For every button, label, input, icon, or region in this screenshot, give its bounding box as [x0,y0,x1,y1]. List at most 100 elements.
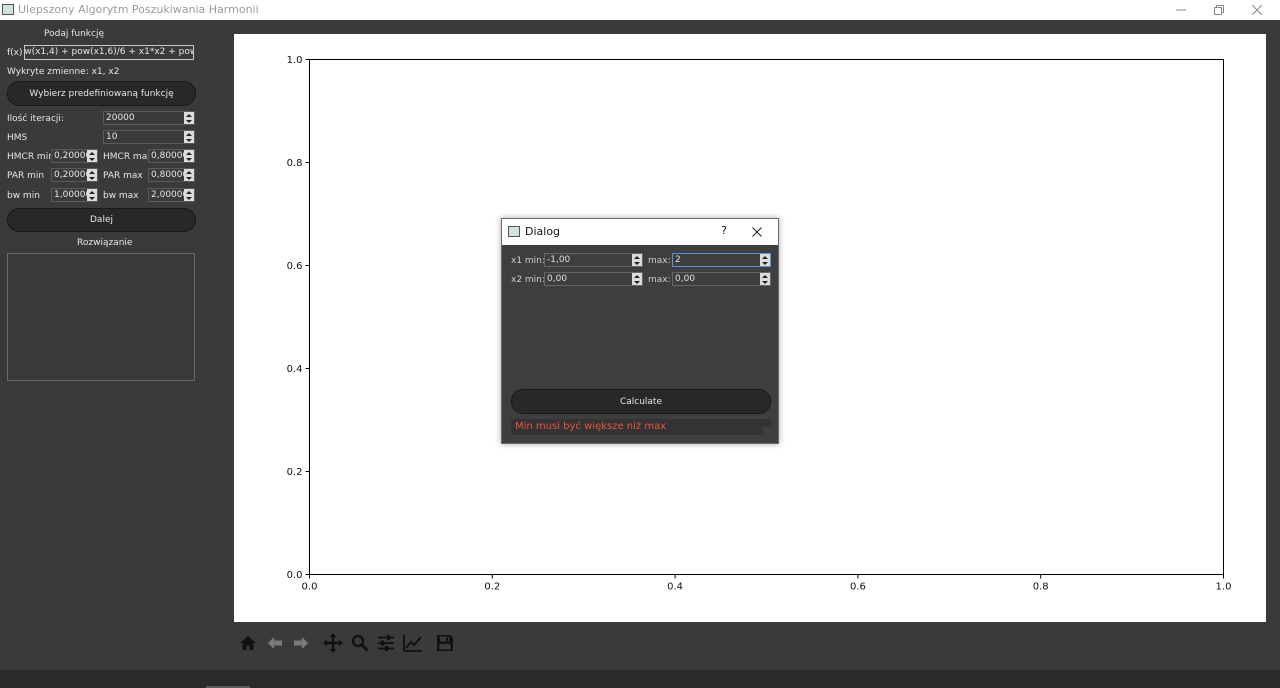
edit-axis-icon [403,635,422,652]
hmcr-min-value: 0,200000 [54,151,88,161]
save-icon [437,635,453,651]
hmcr-min-spinbox[interactable]: 0,200000 [51,149,98,163]
zoom-icon [351,634,369,652]
par-min-spin-arrows[interactable] [87,169,97,181]
x-tick-label: 0.2 [484,582,500,593]
configure-subplots-button[interactable] [375,632,397,654]
hmcr-max-label: HMCR max [103,152,153,162]
hmcr-max-spin-arrows[interactable] [184,150,194,162]
x2-min-spin-arrows[interactable] [632,273,642,285]
hmcr-min-spin-arrows[interactable] [87,150,97,162]
dialog-app-icon [508,226,520,237]
dialog-close-button[interactable] [750,225,764,239]
hmcr-max-spinbox[interactable]: 0,800000 [148,149,195,163]
pan-button[interactable] [322,632,344,654]
iterations-spinbox[interactable]: 20000 [103,111,195,125]
bw-max-spin-arrows[interactable] [184,189,194,201]
par-min-label: PAR min [7,171,45,181]
solution-heading: Rozwiązanie [77,238,133,248]
forward-arrow-icon [294,637,308,649]
par-min-value: 0,200000 [54,170,88,180]
x1-max-spin-arrows[interactable] [760,254,770,266]
predefined-function-button[interactable]: Wybierz predefiniowaną funkcję [7,81,196,106]
x2-max-value: 0,00 [675,274,696,284]
par-max-value: 0,800000 [151,170,185,180]
solution-textbox[interactable] [7,253,195,381]
function-heading: Podaj funkcję [44,29,104,39]
y-tick-label: 0.0 [287,570,303,581]
back-arrow-icon [268,637,282,649]
x2-min-value: 0,00 [547,274,568,284]
status-bar [0,670,1280,688]
range-dialog: Dialog ? x1 min: -1,00 max: 2 x2 min: 0,… [501,218,779,444]
x-tick-label: 0.4 [667,582,683,593]
bw-max-value: 2,000000 [151,190,185,200]
save-figure-button[interactable] [434,632,456,654]
error-message-bar: Min musi być większe niż max [511,419,771,435]
minimize-icon [1176,9,1186,11]
edit-axis-button[interactable] [402,632,424,654]
hmcr-max-value: 0,800000 [151,151,185,161]
x1-min-label: x1 min: [511,256,545,266]
x1-min-spin-arrows[interactable] [632,254,642,266]
par-max-label: PAR max [103,171,143,181]
y-tick-label: 0.6 [287,261,303,272]
minimize-button[interactable] [1162,0,1200,20]
hmcr-min-label: HMCR min [7,152,54,162]
x-tick-label: 0.0 [302,582,318,593]
function-input-text: pow(x1,4) + pow(x1,6)/6 + x1*x2 + pow(x2… [24,47,193,57]
y-tick-label: 0.8 [287,158,303,169]
x1-max-label: max: [648,256,671,266]
configure-subplots-icon [378,635,394,651]
next-button[interactable]: Dalej [7,208,196,232]
par-min-spinbox[interactable]: 0,200000 [51,168,98,182]
x2-max-spin-arrows[interactable] [760,273,770,285]
home-button[interactable] [237,632,259,654]
detected-variables: Wykryte zmienne: x1, x2 [7,67,120,77]
zoom-button[interactable] [349,632,371,654]
calculate-button[interactable]: Calculate [511,389,771,414]
window-title: Ulepszony Algorytm Poszukiwania Harmonii [18,3,259,16]
error-message: Min musi być większe niż max [515,421,667,432]
bw-min-label: bw min [7,191,40,201]
x2-min-label: x2 min: [511,275,545,285]
bw-min-value: 1,000000 [54,190,88,200]
window-titlebar: Ulepszony Algorytm Poszukiwania Harmonii [0,0,1280,20]
hms-label: HMS [7,133,28,143]
iterations-label: Ilość iteracji: [7,114,64,124]
par-max-spinbox[interactable]: 0,800000 [148,168,195,182]
x1-max-spinbox[interactable]: 2 [672,253,771,267]
hms-value: 10 [106,132,118,142]
hms-spinbox[interactable]: 10 [103,130,195,144]
close-window-button[interactable] [1238,0,1276,20]
restore-icon [1214,5,1224,15]
app-icon [2,4,14,15]
x-tick-label: 0.8 [1033,582,1049,593]
x2-min-spinbox[interactable]: 0,00 [544,272,643,286]
fx-label: f(x) [7,48,23,58]
size-grip[interactable] [763,427,771,435]
back-button[interactable] [264,632,286,654]
dialog-titlebar: Dialog ? [502,219,778,245]
bw-max-spinbox[interactable]: 2,000000 [148,188,195,202]
x1-min-value: -1,00 [547,255,571,265]
bw-min-spinbox[interactable]: 1,000000 [51,188,98,202]
function-input[interactable]: pow(x1,4) + pow(x1,6)/6 + x1*x2 + pow(x2… [24,45,194,60]
bw-max-label: bw max [103,191,139,201]
forward-button[interactable] [290,632,312,654]
x1-min-spinbox[interactable]: -1,00 [544,253,643,267]
y-tick-label: 1.0 [287,55,303,66]
close-icon [752,227,762,237]
pan-icon [323,633,343,653]
dialog-help-button[interactable]: ? [717,224,731,240]
x-tick-label: 0.6 [850,582,866,593]
home-icon [240,636,256,650]
par-max-spin-arrows[interactable] [184,169,194,181]
iterations-spin-arrows[interactable] [184,112,194,124]
hms-spin-arrows[interactable] [184,131,194,143]
x-tick-label: 1.0 [1216,582,1232,593]
x2-max-spinbox[interactable]: 0,00 [672,272,771,286]
bw-min-spin-arrows[interactable] [87,189,97,201]
restore-button[interactable] [1200,0,1238,20]
y-tick-label: 0.4 [287,364,303,375]
